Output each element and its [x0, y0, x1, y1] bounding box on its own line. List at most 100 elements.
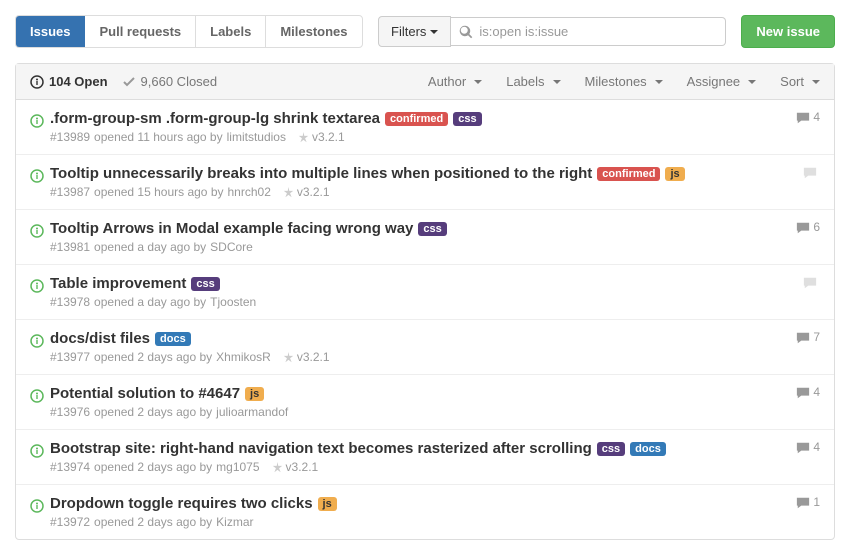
issue-main: Bootstrap site: right-hand navigation te… — [50, 440, 780, 474]
label-confirmed[interactable]: confirmed — [597, 167, 660, 181]
chevron-down-icon — [474, 80, 482, 84]
issue-title[interactable]: .form-group-sm .form-group-lg shrink tex… — [50, 110, 380, 127]
issue-milestone[interactable]: v3.2.1 — [283, 185, 330, 199]
closed-count[interactable]: 9,660 Closed — [122, 74, 218, 89]
issue-opened-text: opened a day ago by — [94, 240, 206, 254]
issue-open-icon — [30, 497, 50, 513]
issue-meta: #13989opened 11 hours ago bylimitstudios… — [50, 130, 780, 144]
issue-author[interactable]: SDCore — [210, 240, 253, 254]
issue-open-icon — [30, 277, 50, 293]
label-js[interactable]: js — [245, 387, 264, 401]
filter-milestones[interactable]: Milestones — [585, 74, 663, 89]
header-filters: Author Labels Milestones Assignee Sort — [428, 74, 820, 89]
open-count[interactable]: 104 Open — [30, 74, 108, 89]
issue-author[interactable]: Kizmar — [216, 515, 253, 529]
issue-meta: #13977opened 2 days ago byXhmikosRv3.2.1 — [50, 350, 780, 364]
label-confirmed[interactable]: confirmed — [385, 112, 448, 126]
issue-comments[interactable]: 6 — [780, 220, 820, 235]
issue-opened-text: opened 2 days ago by — [94, 405, 212, 419]
issue-comments[interactable]: 4 — [780, 110, 820, 125]
label-docs[interactable]: docs — [630, 442, 666, 456]
issue-open-icon — [30, 387, 50, 403]
issue-comments[interactable]: 7 — [780, 330, 820, 345]
issue-meta: #13976opened 2 days ago byjulioarmandof — [50, 405, 780, 419]
issue-comments[interactable]: 1 — [780, 495, 820, 510]
issue-comments[interactable] — [780, 275, 820, 290]
issue-number: #13974 — [50, 460, 90, 474]
issue-comments[interactable]: 4 — [780, 440, 820, 455]
filters-button[interactable]: Filters — [378, 16, 451, 47]
tab-milestones[interactable]: Milestones — [266, 16, 361, 47]
issue-title[interactable]: Potential solution to #4647 — [50, 385, 240, 402]
tab-labels[interactable]: Labels — [196, 16, 266, 47]
issue-main: Potential solution to #4647js#13976opene… — [50, 385, 780, 419]
issue-milestone[interactable]: v3.2.1 — [272, 460, 319, 474]
chevron-down-icon — [430, 30, 438, 34]
filter-assignee[interactable]: Assignee — [687, 74, 756, 89]
issue-open-icon — [30, 442, 50, 458]
search-value: is:open is:issue — [479, 24, 568, 39]
label-js[interactable]: js — [665, 167, 684, 181]
chevron-down-icon — [812, 80, 820, 84]
issue-row: Tooltip unnecessarily breaks into multip… — [16, 155, 834, 210]
search-icon — [459, 24, 473, 40]
panel-header: 104 Open 9,660 Closed Author Labels Mile… — [16, 64, 834, 100]
issue-row: Bootstrap site: right-hand navigation te… — [16, 430, 834, 485]
issue-comments[interactable]: 4 — [780, 385, 820, 400]
new-issue-button[interactable]: New issue — [741, 15, 835, 48]
issue-author[interactable]: mg1075 — [216, 460, 259, 474]
issue-meta: #13987 opened 15 hours ago by hnrch02 v3.2.… — [50, 185, 780, 199]
issue-author[interactable]: julioarmandof — [216, 405, 288, 419]
issue-main: Table improvementcss#13978opened a day a… — [50, 275, 780, 309]
issue-row: Tooltip Arrows in Modal example facing w… — [16, 210, 834, 265]
chevron-down-icon — [748, 80, 756, 84]
issue-author[interactable]: hnrch02 — [228, 185, 271, 199]
issue-title[interactable]: Bootstrap site: right-hand navigation te… — [50, 440, 592, 457]
tab-group: Issues Pull requests Labels Milestones — [15, 15, 363, 48]
issue-title[interactable]: docs/dist files — [50, 330, 150, 347]
comment-icon — [796, 330, 810, 345]
tab-issues[interactable]: Issues — [16, 16, 85, 47]
issue-number: #13972 — [50, 515, 90, 529]
label-css[interactable]: css — [418, 222, 446, 236]
check-icon — [122, 75, 136, 89]
issue-main: .form-group-sm .form-group-lg shrink tex… — [50, 110, 780, 144]
issue-opened-text: opened 15 hours ago by — [94, 185, 223, 199]
issue-main: Tooltip Arrows in Modal example facing w… — [50, 220, 780, 254]
issue-author[interactable]: Tjoosten — [210, 295, 256, 309]
top-bar: Issues Pull requests Labels Milestones F… — [15, 15, 835, 48]
comment-icon — [796, 220, 810, 235]
issue-open-icon — [30, 75, 44, 89]
issue-number: #13989 — [50, 130, 90, 144]
tab-pulls[interactable]: Pull requests — [85, 16, 196, 47]
issue-number: #13987 — [50, 185, 90, 199]
issue-meta: #13974 opened 2 days ago by mg1075 v3.2.1 — [50, 460, 780, 474]
issue-meta: #13972 opened 2 days ago by Kizmar — [50, 515, 780, 529]
issue-number: #13981 — [50, 240, 90, 254]
issue-opened-text: opened 2 days ago by — [94, 350, 212, 364]
issue-milestone[interactable]: v3.2.1 — [283, 350, 330, 364]
issue-author[interactable]: limitstudios — [227, 130, 286, 144]
issue-opened-text: opened 2 days ago by — [94, 460, 212, 474]
issue-milestone[interactable]: v3.2.1 — [298, 130, 345, 144]
issue-title[interactable]: Tooltip Arrows in Modal example facing w… — [50, 220, 413, 237]
issue-row: Potential solution to #4647js#13976opene… — [16, 375, 834, 430]
label-css[interactable]: css — [453, 112, 481, 126]
issue-author[interactable]: XhmikosR — [216, 350, 271, 364]
label-docs[interactable]: docs — [155, 332, 191, 346]
issue-opened-text: opened a day ago by — [94, 295, 206, 309]
filter-labels[interactable]: Labels — [506, 74, 560, 89]
issue-opened-text: opened 2 days ago by — [94, 515, 212, 529]
issue-open-icon — [30, 222, 50, 238]
issue-title[interactable]: Table improvement — [50, 275, 186, 292]
issue-title[interactable]: Dropdown toggle requires two clicks — [50, 495, 313, 512]
label-css[interactable]: css — [191, 277, 219, 291]
label-js[interactable]: js — [318, 497, 337, 511]
filter-author[interactable]: Author — [428, 74, 482, 89]
search-input[interactable]: is:open is:issue — [451, 17, 726, 47]
issue-comments[interactable] — [780, 165, 820, 180]
label-css[interactable]: css — [597, 442, 625, 456]
issue-meta: #13978opened a day ago byTjoosten — [50, 295, 780, 309]
filter-sort[interactable]: Sort — [780, 74, 820, 89]
issue-title[interactable]: Tooltip unnecessarily breaks into multip… — [50, 165, 592, 182]
